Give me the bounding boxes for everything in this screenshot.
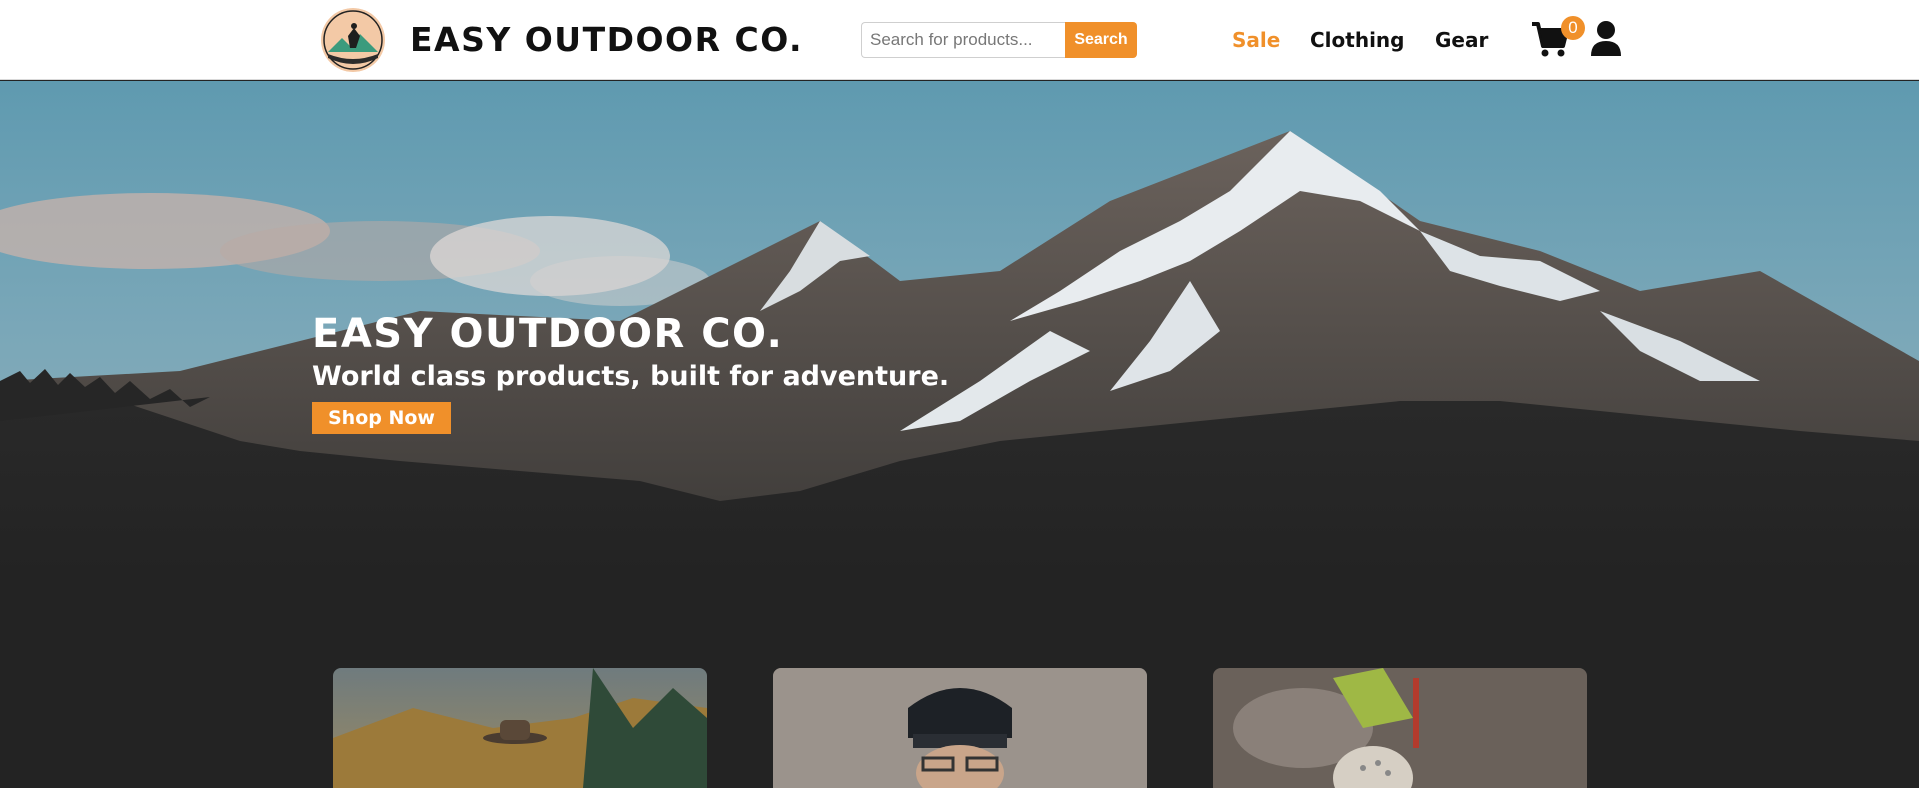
user-icon[interactable] xyxy=(1590,20,1622,58)
search-button[interactable]: Search xyxy=(1065,22,1137,58)
category-card-climber[interactable] xyxy=(1213,668,1587,788)
search-input[interactable] xyxy=(861,22,1065,58)
beanie-person-image xyxy=(773,668,1147,788)
climber-image xyxy=(1213,668,1587,788)
hero-banner: EASY OUTDOOR CO. World class products, b… xyxy=(0,81,1919,574)
nav-clothing-link[interactable]: Clothing xyxy=(1310,26,1404,54)
shop-now-button[interactable]: Shop Now xyxy=(312,402,451,434)
hiker-image xyxy=(333,668,707,788)
nav-gear-link[interactable]: Gear xyxy=(1435,26,1488,54)
brand-logo[interactable] xyxy=(320,8,386,72)
category-card-beanie[interactable] xyxy=(773,668,1147,788)
nav-sale-link[interactable]: Sale xyxy=(1232,26,1280,54)
cart-count-badge: 0 xyxy=(1561,16,1585,40)
hero-title: EASY OUTDOOR CO. xyxy=(312,311,784,357)
brand-name[interactable]: EASY OUTDOOR CO. xyxy=(410,18,803,62)
hero-subtitle: World class products, built for adventur… xyxy=(312,361,950,392)
category-card-hiker[interactable] xyxy=(333,668,707,788)
site-header: EASY OUTDOOR CO. Search Sale Clothing Ge… xyxy=(0,0,1919,80)
hero-mountain-image xyxy=(0,81,1919,574)
